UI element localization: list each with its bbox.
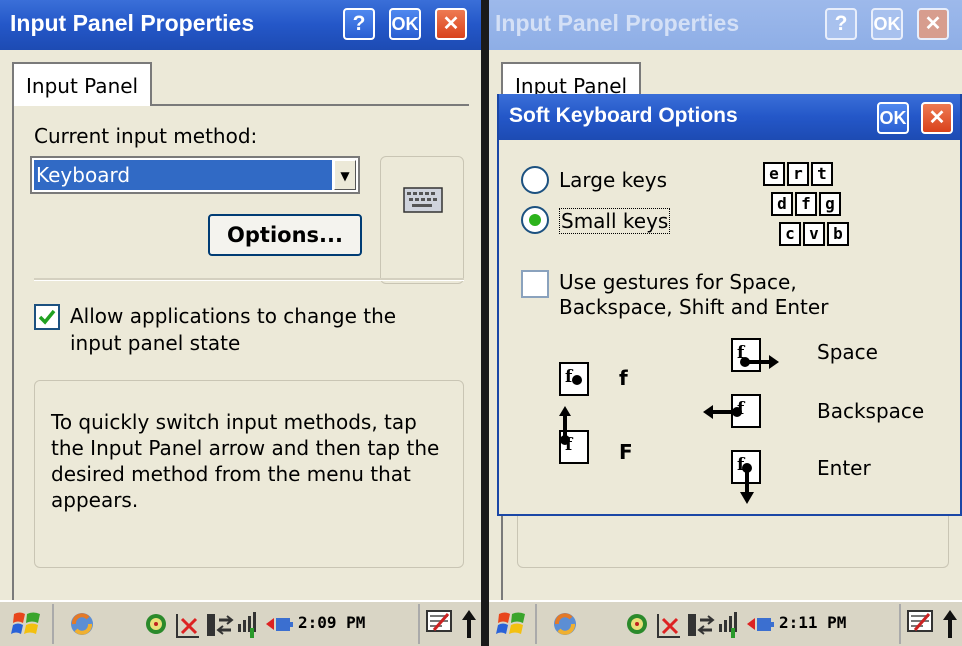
keyboard-preview [380, 156, 464, 284]
large-keys-label[interactable]: Large keys [559, 168, 667, 192]
key-f: f [795, 192, 817, 216]
network-icon[interactable] [144, 612, 170, 638]
title-bar-inactive: Input Panel Properties ? OK ✕ [489, 0, 962, 50]
key-t: t [811, 162, 833, 186]
small-keys-label[interactable]: Small keys [559, 208, 671, 234]
checkmark-icon [38, 309, 56, 325]
key-b: b [827, 222, 849, 246]
help-button[interactable]: ? [825, 8, 857, 40]
key-v: v [803, 222, 825, 246]
dialog-ok-button[interactable]: OK [877, 102, 909, 134]
allow-apps-checkbox[interactable] [34, 304, 60, 330]
separator [34, 278, 464, 281]
arrow-down-icon [740, 463, 754, 504]
clock[interactable]: 2:09 PM [298, 613, 365, 632]
tap-dot-icon [572, 375, 582, 385]
close-button[interactable]: ✕ [917, 8, 949, 40]
arrow-right-icon [740, 355, 779, 369]
sync-icon[interactable] [549, 610, 583, 638]
taskbar: 2:09 PM [0, 600, 481, 646]
input-panel-arrow-icon[interactable] [460, 608, 478, 640]
large-keys-radio[interactable] [521, 166, 549, 194]
gesture-space-label: Space [817, 340, 878, 364]
window-title: Input Panel Properties [495, 10, 740, 36]
allow-apps-label-line2[interactable]: input panel state [70, 331, 240, 355]
key-e: e [763, 162, 785, 186]
connection-off-icon[interactable] [655, 611, 683, 639]
arrow-up-icon [559, 406, 571, 445]
arrow-left-icon [703, 405, 742, 419]
signal-icon[interactable] [236, 610, 266, 640]
input-method-select[interactable]: Keyboard ▼ [30, 156, 360, 194]
usb-sync-icon[interactable] [205, 610, 235, 640]
network-icon[interactable] [625, 612, 651, 638]
gesture-f-label: f [619, 366, 628, 390]
key-g: g [819, 192, 841, 216]
key-c: c [779, 222, 801, 246]
taskbar: 2:11 PM [489, 600, 962, 646]
small-keys-radio[interactable] [521, 206, 549, 234]
keyboard-icon [403, 187, 443, 213]
dialog-close-button[interactable]: ✕ [921, 102, 953, 134]
connection-off-icon[interactable] [174, 611, 202, 639]
clock[interactable]: 2:11 PM [779, 613, 846, 632]
signal-icon[interactable] [717, 610, 747, 640]
input-panel-icon[interactable] [424, 608, 456, 640]
window-title: Input Panel Properties [10, 10, 255, 36]
help-button[interactable]: ? [343, 8, 375, 40]
battery-icon[interactable] [745, 612, 775, 638]
allow-apps-label-line1[interactable]: Allow applications to change the [70, 304, 396, 328]
left-screen: Input Panel Properties ? OK ✕ Input Pane… [0, 0, 481, 646]
right-screen: Input Panel Properties ? OK ✕ Input Pane… [489, 0, 962, 646]
dialog-title: Soft Keyboard Options [509, 104, 738, 127]
gestures-label-line2[interactable]: Backspace, Shift and Enter [559, 295, 828, 319]
ok-button[interactable]: OK [389, 8, 421, 40]
soft-keyboard-dialog: Soft Keyboard Options OK ✕ Large keys Sm… [497, 94, 962, 516]
info-box: To quickly switch input methods, tap the… [34, 380, 464, 568]
chevron-down-icon[interactable]: ▼ [334, 160, 356, 190]
tab-input-panel[interactable]: Input Panel [12, 62, 153, 106]
sync-icon[interactable] [66, 610, 100, 638]
selected-method: Keyboard [34, 160, 332, 190]
dialog-title-bar: Soft Keyboard Options OK ✕ [499, 94, 960, 140]
options-button[interactable]: Options... [208, 214, 362, 256]
gesture-enter-label: Enter [817, 456, 871, 480]
gesture-backspace-label: Backspace [817, 399, 925, 423]
windows-start-icon[interactable] [10, 608, 44, 640]
close-button[interactable]: ✕ [435, 8, 467, 40]
battery-icon[interactable] [264, 612, 294, 638]
screen-divider [481, 0, 489, 646]
key-r: r [787, 162, 809, 186]
ok-button[interactable]: OK [871, 8, 903, 40]
title-bar: Input Panel Properties ? OK ✕ [0, 0, 481, 50]
info-text: To quickly switch input methods, tap the… [51, 410, 440, 512]
current-method-label: Current input method: [34, 124, 258, 148]
gestures-checkbox[interactable] [521, 270, 549, 298]
usb-sync-icon[interactable] [686, 610, 716, 640]
key-d: d [771, 192, 793, 216]
gestures-label-line1[interactable]: Use gestures for Space, [559, 270, 797, 294]
windows-start-icon[interactable] [495, 608, 529, 640]
input-panel-arrow-icon[interactable] [941, 608, 959, 640]
gesture-F-label: F [619, 440, 633, 464]
input-panel-icon[interactable] [905, 608, 937, 640]
